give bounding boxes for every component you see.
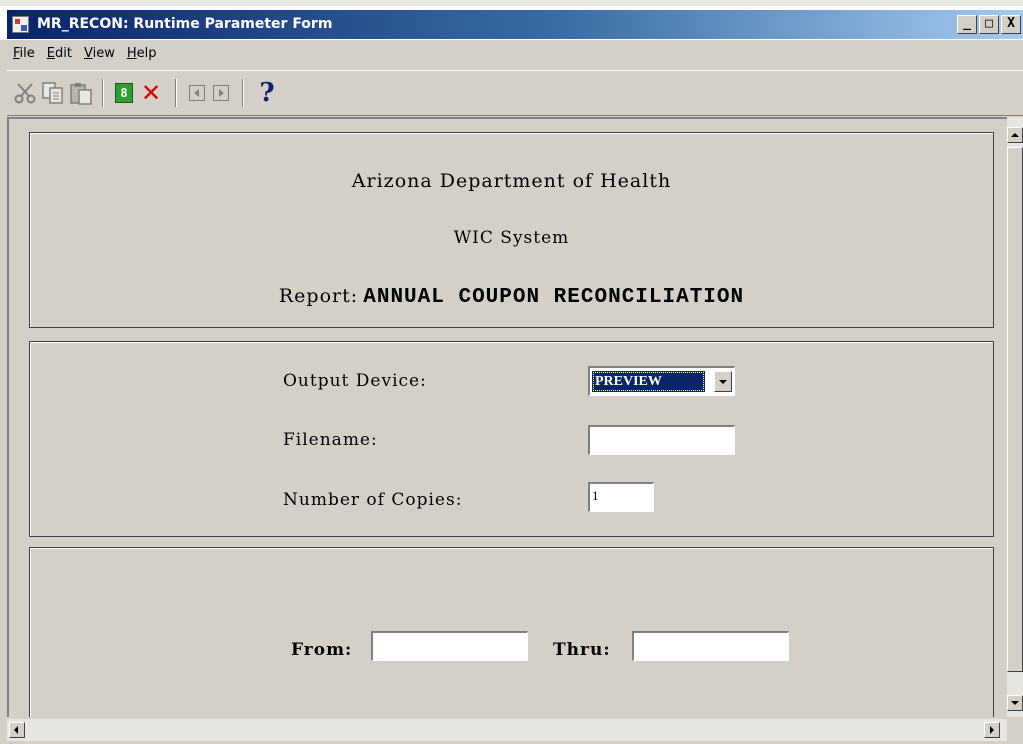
minimize-button[interactable]: _ xyxy=(957,15,977,34)
menu-file-rest: ile xyxy=(19,46,35,61)
horizontal-scrollbar[interactable] xyxy=(7,719,1007,741)
system-title: WIC System xyxy=(453,228,570,248)
menu-edit-rest: dit xyxy=(55,46,72,61)
close-button[interactable]: X xyxy=(1001,15,1021,34)
output-device-select[interactable]: PREVIEW xyxy=(588,366,735,396)
copies-input[interactable]: 1 xyxy=(588,482,654,512)
copy-icon[interactable] xyxy=(41,81,65,105)
thru-label: Thru: xyxy=(553,640,611,660)
scroll-right-button[interactable] xyxy=(984,722,1000,738)
output-device-label: Output Device: xyxy=(283,371,427,391)
toolbar-separator xyxy=(242,79,244,107)
vertical-scroll-thumb[interactable] xyxy=(1007,147,1023,672)
window-title: MR_RECON: Runtime Parameter Form xyxy=(37,16,333,32)
menu-bar: File Edit View Help xyxy=(7,43,162,67)
app-icon[interactable] xyxy=(12,16,29,33)
menu-edit[interactable]: Edit xyxy=(41,43,78,67)
scroll-left-button[interactable] xyxy=(9,722,25,738)
parameters-panel: Output Device: PREVIEW Filename: Number … xyxy=(29,341,994,537)
toolbar-separator xyxy=(175,79,177,107)
menu-view-rest: iew xyxy=(92,46,115,61)
vertical-scrollbar[interactable] xyxy=(1007,117,1023,717)
title-bar-inner[interactable]: MR_RECON: Runtime Parameter Form _ □ X xyxy=(7,10,1023,39)
from-label: From: xyxy=(291,640,353,660)
toolbar: 8 ✕ ? xyxy=(7,70,1023,116)
from-date-input[interactable] xyxy=(371,631,528,661)
paste-icon[interactable] xyxy=(69,81,93,105)
scroll-down-button[interactable] xyxy=(1007,695,1023,711)
menu-view-key: V xyxy=(83,46,93,61)
report-title: Report: ANNUAL COUPON RECONCILIATION xyxy=(30,285,993,309)
cut-icon[interactable] xyxy=(13,81,37,105)
title-bar: MR_RECON: Runtime Parameter Form _ □ X xyxy=(0,0,1023,40)
menu-help-rest: elp xyxy=(136,46,157,61)
previous-page-icon[interactable] xyxy=(189,85,205,101)
thru-date-input[interactable] xyxy=(632,631,789,661)
menu-help-key: H xyxy=(126,46,137,61)
maximize-button[interactable]: □ xyxy=(979,15,999,34)
filename-label: Filename: xyxy=(283,430,378,450)
menu-help[interactable]: Help xyxy=(121,43,163,67)
next-page-icon[interactable] xyxy=(213,85,229,101)
toolbar-separator xyxy=(102,79,104,107)
help-icon[interactable]: ? xyxy=(255,79,279,107)
menu-edit-key: E xyxy=(46,46,55,61)
date-range-panel: From: Thru: xyxy=(29,547,994,717)
scroll-up-button[interactable] xyxy=(1007,127,1023,143)
header-panel: Arizona Department of Health WIC System … xyxy=(29,132,994,328)
department-title: Arizona Department of Health xyxy=(351,170,672,192)
run-report-icon[interactable]: 8 xyxy=(115,83,133,103)
report-label: Report: xyxy=(278,285,359,307)
chevron-down-icon[interactable] xyxy=(714,371,732,392)
cancel-icon[interactable]: ✕ xyxy=(139,79,163,107)
window-controls: _ □ X xyxy=(957,15,1021,34)
output-device-value: PREVIEW xyxy=(592,371,705,392)
filename-input[interactable] xyxy=(588,425,735,455)
form-canvas: Arizona Department of Health WIC System … xyxy=(7,117,1007,717)
menu-view[interactable]: View xyxy=(78,43,121,67)
report-name: ANNUAL COUPON RECONCILIATION xyxy=(363,286,745,309)
menu-file[interactable]: File xyxy=(7,43,41,67)
copies-label: Number of Copies: xyxy=(283,490,463,510)
